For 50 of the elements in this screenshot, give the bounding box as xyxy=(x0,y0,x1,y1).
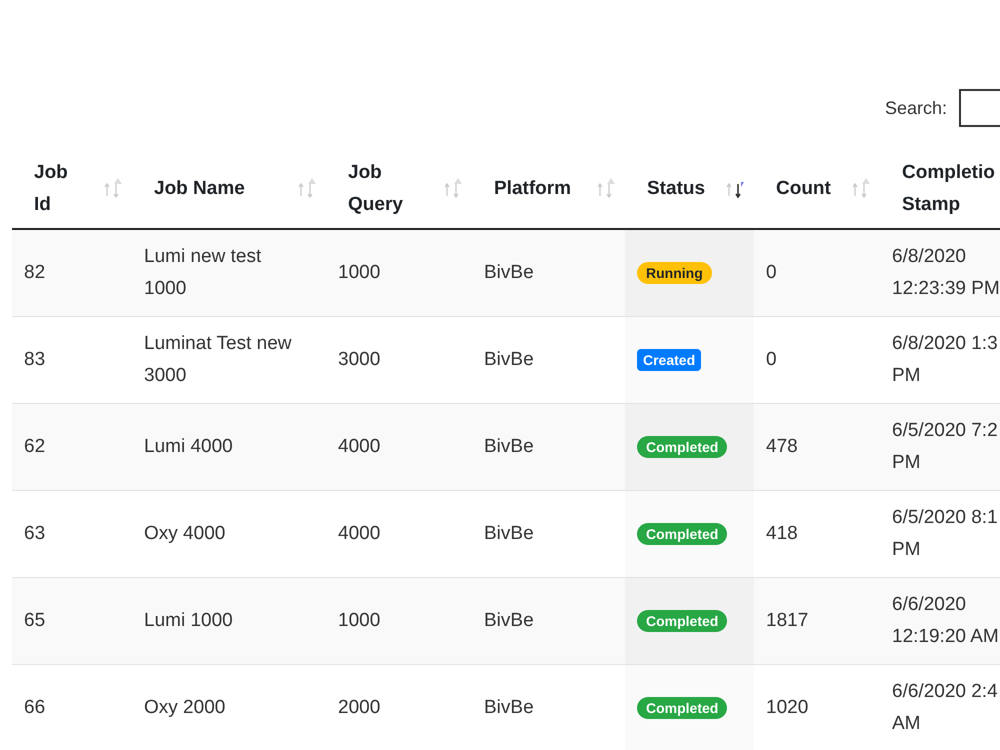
table-cell-text: Lumi new test 1000 xyxy=(144,245,262,301)
table-cell-text: Oxy 2000 xyxy=(144,696,226,720)
table-cell-text: 6/8/2020 1:3 PM xyxy=(892,332,998,388)
table-cell-text: 0 xyxy=(766,261,777,285)
status-badge: Completed xyxy=(637,610,728,632)
table-cell-text: 4000 xyxy=(338,435,380,459)
table-cell-text: BivBe xyxy=(484,261,534,285)
search-label: Search: xyxy=(884,96,947,120)
table-cell-text: 0 xyxy=(766,348,777,372)
table-cell-text: BivBe xyxy=(484,348,534,372)
table-cell-text: 65 xyxy=(24,609,46,633)
column-header[interactable]: Job Id xyxy=(34,157,68,221)
table-cell-text: BivBe xyxy=(484,609,534,633)
table-cell-text: 1817 xyxy=(766,609,808,633)
table-cell-text: 6/6/2020 2:4 AM xyxy=(892,680,998,736)
status-badge: Completed xyxy=(637,697,728,719)
column-header[interactable]: Count xyxy=(776,173,831,205)
table-cell-text: 1000 xyxy=(338,609,380,633)
column-header[interactable]: Completio Stamp xyxy=(902,157,995,221)
table-cell-text: 83 xyxy=(24,348,46,372)
table-cell-text: 63 xyxy=(24,522,46,546)
table-cell-text: BivBe xyxy=(484,522,534,546)
column-header[interactable]: Status xyxy=(647,173,706,205)
status-badge: Completed xyxy=(637,523,728,545)
table-cell-text: 418 xyxy=(766,522,798,546)
table-cell-text: 6/6/2020 12:19:20 AM xyxy=(892,593,999,649)
table-cell-text: 62 xyxy=(24,435,46,459)
table-cell-text: Lumi 1000 xyxy=(144,609,233,633)
table-cell-text: 1020 xyxy=(766,696,808,720)
table-cell-text: 6/5/2020 7:2 PM xyxy=(892,419,998,475)
table-cell-text: 6/5/2020 8:1 PM xyxy=(892,506,998,562)
table-cell-text: 1000 xyxy=(338,261,380,285)
table-cell-text: Oxy 4000 xyxy=(144,522,226,546)
table-cell-text: 4000 xyxy=(338,522,380,546)
table-cell-text: BivBe xyxy=(484,435,534,459)
column-header[interactable]: Job Name xyxy=(154,173,245,205)
table-cell-text: 2000 xyxy=(338,696,380,720)
table-cell-text: BivBe xyxy=(484,696,534,720)
status-badge: Created xyxy=(637,349,702,371)
column-header[interactable]: Platform xyxy=(494,173,572,205)
table-cell-text: Lumi 4000 xyxy=(144,435,233,459)
table-cell-text: Luminat Test new 3000 xyxy=(144,332,292,388)
column-header[interactable]: Job Query xyxy=(348,157,403,221)
status-badge: Completed xyxy=(637,436,728,458)
status-badge: Running xyxy=(637,262,712,284)
table-cell-text: 82 xyxy=(24,261,46,285)
table-cell-text: 478 xyxy=(766,435,798,459)
table-cell-text: 3000 xyxy=(338,348,380,372)
table-cell-text: 66 xyxy=(24,696,46,720)
table-cell-text: 6/8/2020 12:23:39 PM xyxy=(892,245,1000,301)
